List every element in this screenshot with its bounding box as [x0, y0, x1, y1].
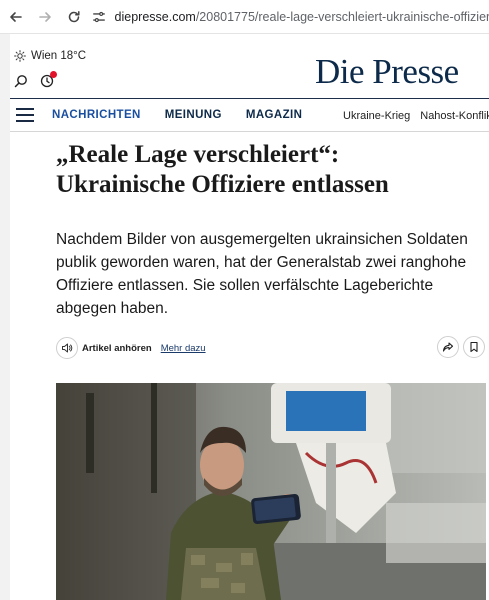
- topic-ukraine-krieg[interactable]: Ukraine-Krieg: [343, 110, 410, 122]
- arrow-right-icon: [39, 11, 51, 22]
- hamburger-menu-icon[interactable]: [16, 108, 34, 122]
- article-lead: Nachdem Bilder von ausgemergelten ukrain…: [56, 231, 468, 317]
- browser-toolbar: diepresse.com/20801775/reale-lage-versch…: [0, 0, 489, 34]
- search-icon[interactable]: [14, 74, 28, 88]
- nav-item-nachrichten[interactable]: NACHRICHTEN: [52, 109, 141, 121]
- arrow-left-icon: [10, 11, 22, 22]
- bookmark-button[interactable]: [463, 336, 485, 358]
- history-icon[interactable]: [40, 71, 57, 88]
- article-headline: „Reale Lage verschleiert“: Ukrainische O…: [56, 140, 476, 200]
- nav-item-magazin[interactable]: MAGAZIN: [246, 109, 302, 121]
- url-text: diepresse.com/20801775/reale-lage-versch…: [115, 10, 489, 24]
- listen-button[interactable]: [56, 337, 78, 359]
- speaker-icon: [62, 343, 73, 353]
- reload-button[interactable]: [61, 4, 87, 30]
- nav-item-meinung[interactable]: MEINUNG: [165, 109, 222, 121]
- soldier-photo-illustration: [56, 383, 486, 600]
- headline-line-1: „Reale Lage verschleiert“:: [56, 141, 340, 168]
- share-icon: [442, 342, 454, 352]
- section-nav: NACHRICHTEN MEINUNG MAGAZIN Ukraine-Krie…: [10, 98, 489, 132]
- site-settings-icon[interactable]: [90, 7, 109, 27]
- notification-dot: [50, 71, 57, 78]
- header-icons: [14, 71, 57, 88]
- more-info-link[interactable]: Mehr dazu: [161, 343, 206, 354]
- forward-button[interactable]: [32, 4, 58, 30]
- article-photo: [56, 383, 486, 600]
- address-bar[interactable]: diepresse.com/20801775/reale-lage-versch…: [90, 3, 489, 31]
- url-domain: diepresse.com: [114, 10, 196, 24]
- topic-links: Ukraine-Krieg Nahost-Konflikt: [343, 99, 489, 133]
- share-button[interactable]: [437, 336, 459, 358]
- site-logo[interactable]: Die Presse: [315, 52, 459, 92]
- topic-nahost-konflikt[interactable]: Nahost-Konflikt: [420, 110, 489, 122]
- reload-icon: [68, 10, 80, 22]
- article-actions: [437, 336, 485, 358]
- site-header: Wien 18°C Die Presse: [10, 34, 489, 98]
- bookmark-icon: [470, 341, 478, 353]
- listen-row: Artikel anhören Mehr dazu: [56, 336, 206, 360]
- sun-icon: [14, 50, 26, 62]
- page-gutter: [0, 34, 10, 600]
- weather-widget[interactable]: Wien 18°C: [14, 50, 86, 62]
- url-path: /20801775/reale-lage-verschleiert-ukrain…: [195, 10, 489, 24]
- weather-text: Wien 18°C: [31, 50, 87, 62]
- back-button[interactable]: [3, 4, 29, 30]
- headline-line-2: Ukrainische Offiziere entlassen: [56, 171, 389, 198]
- listen-label[interactable]: Artikel anhören: [82, 343, 152, 354]
